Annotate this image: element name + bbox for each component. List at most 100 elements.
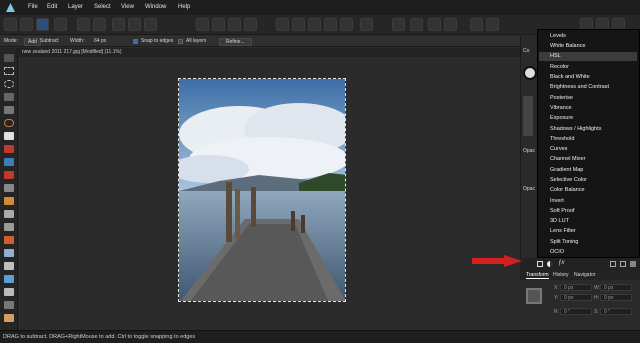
color-tab[interactable]: Co xyxy=(523,48,529,54)
swatch-icon[interactable] xyxy=(410,18,423,31)
menu-layer[interactable]: Layer xyxy=(68,4,83,10)
menu-item-white-balance[interactable]: White Balance xyxy=(550,43,585,49)
gear-icon[interactable] xyxy=(77,18,90,31)
menu-item-exposure[interactable]: Exposure xyxy=(550,115,573,121)
lasso-icon[interactable] xyxy=(4,119,14,127)
hand-tool-icon[interactable] xyxy=(4,314,14,322)
menu-item-brightness-contrast[interactable]: Brightness and Contrast xyxy=(550,84,609,90)
document-tab[interactable]: new zealand 2011 217.jpg [Modified] (11.… xyxy=(18,48,520,57)
rotate-right-icon[interactable] xyxy=(324,18,337,31)
fx-icon[interactable]: ƒx xyxy=(558,260,564,266)
sponge-icon[interactable] xyxy=(4,249,14,257)
y-field[interactable]: 0 px xyxy=(560,294,592,301)
adjustment-layer-icon[interactable] xyxy=(537,261,543,267)
menu-item-levels[interactable]: Levels xyxy=(550,33,566,39)
duplicate-layer-icon[interactable] xyxy=(620,261,626,267)
group-icon[interactable] xyxy=(212,18,225,31)
photo-canvas[interactable] xyxy=(178,78,346,302)
flip-horizontal-icon[interactable] xyxy=(276,18,289,31)
menu-item-gradient-map[interactable]: Gradient Map xyxy=(550,167,583,173)
row-marquee-icon[interactable] xyxy=(4,106,14,114)
tab-history[interactable]: History xyxy=(553,272,569,278)
width-field[interactable]: 64 px xyxy=(94,38,106,44)
snap-icon[interactable] xyxy=(128,18,141,31)
move-tool-icon[interactable] xyxy=(4,54,14,62)
menu-item-soft-proof[interactable]: Soft Proof xyxy=(550,208,574,214)
menu-item-selective-color[interactable]: Selective Color xyxy=(550,177,587,183)
s-field[interactable]: 0 ° xyxy=(600,308,632,315)
menu-select[interactable]: Select xyxy=(94,4,111,10)
tab-transform[interactable]: Transform xyxy=(526,272,549,279)
all-layers-checkbox[interactable] xyxy=(178,39,183,44)
w-field[interactable]: 0 px xyxy=(600,284,632,291)
flip-vertical-icon[interactable] xyxy=(292,18,305,31)
menu-item-recolor[interactable]: Recolor xyxy=(550,64,569,70)
anchor-point-icon[interactable] xyxy=(526,288,542,304)
pin-icon[interactable] xyxy=(444,18,457,31)
persona-tone-icon[interactable] xyxy=(54,18,67,31)
r-field[interactable]: 0 ° xyxy=(560,308,592,315)
eraser-icon[interactable] xyxy=(4,210,14,218)
menu-item-shadows-highlights[interactable]: Shadows / Highlights xyxy=(550,126,601,132)
order-icon[interactable] xyxy=(144,18,157,31)
subtract-button[interactable]: Subtract xyxy=(40,38,59,44)
delete-layer-icon[interactable] xyxy=(630,261,636,267)
ellipse-marquee-icon[interactable] xyxy=(4,80,14,88)
blur-icon[interactable] xyxy=(4,262,14,270)
menu-window[interactable]: Window xyxy=(145,4,166,10)
smudge-icon[interactable] xyxy=(4,275,14,283)
x-field[interactable]: 0 px xyxy=(560,284,592,291)
align-icon[interactable] xyxy=(360,18,373,31)
text-tool-icon[interactable] xyxy=(4,288,14,296)
menu-item-black-and-white[interactable]: Black and White xyxy=(550,74,590,80)
menu-view[interactable]: View xyxy=(121,4,134,10)
adjust-icon[interactable] xyxy=(340,18,353,31)
insert-icon[interactable] xyxy=(196,18,209,31)
tool-icon[interactable] xyxy=(470,18,483,31)
menu-help[interactable]: Help xyxy=(178,4,190,10)
persona-develop-icon[interactable] xyxy=(36,18,49,31)
color-slider[interactable] xyxy=(523,96,533,136)
menu-item-posterise[interactable]: Posterise xyxy=(550,95,573,101)
refine-button[interactable]: Refine... xyxy=(219,38,252,46)
menu-item-ocio[interactable]: OCIO xyxy=(550,249,564,255)
dodge-icon[interactable] xyxy=(4,223,14,231)
menu-item-3d-lut[interactable]: 3D LUT xyxy=(550,218,569,224)
marquee-tool-icon[interactable] xyxy=(4,67,14,75)
menu-item-color-balance[interactable]: Color Balance xyxy=(550,187,585,193)
menu-item-threshold[interactable]: Threshold xyxy=(550,136,574,142)
menu-item-channel-mixer[interactable]: Channel Mixer xyxy=(550,156,585,162)
color-wheel[interactable] xyxy=(523,66,537,80)
selection-brush-icon[interactable] xyxy=(4,132,14,140)
red-eye-icon[interactable] xyxy=(4,171,14,179)
transform-icon[interactable] xyxy=(392,18,405,31)
persona-liquify-icon[interactable] xyxy=(20,18,33,31)
menu-file[interactable]: File xyxy=(28,4,38,10)
crop-icon[interactable] xyxy=(4,184,14,192)
live-filter-icon[interactable] xyxy=(547,261,553,267)
snap-checkbox[interactable] xyxy=(133,39,138,44)
menu-item-lens-filter[interactable]: Lens Filter xyxy=(550,228,576,234)
column-marquee-icon[interactable] xyxy=(4,93,14,101)
menu-item-vibrance[interactable]: Vibrance xyxy=(550,105,572,111)
clone-icon[interactable] xyxy=(4,158,14,166)
menu-item-hsl[interactable]: HSL xyxy=(539,52,637,61)
add-layer-icon[interactable] xyxy=(610,261,616,267)
rotate-icon[interactable] xyxy=(308,18,321,31)
tab-navigator[interactable]: Navigator xyxy=(574,272,595,278)
menu-item-invert[interactable]: Invert xyxy=(550,198,564,204)
ungroup-icon[interactable] xyxy=(228,18,241,31)
menu-item-split-toning[interactable]: Split Toning xyxy=(550,239,578,245)
persona-photo-icon[interactable] xyxy=(4,18,17,31)
pen-tool-icon[interactable] xyxy=(4,301,14,309)
mask-icon[interactable] xyxy=(244,18,257,31)
layers-icon[interactable] xyxy=(93,18,106,31)
h-field[interactable]: 0 px xyxy=(600,294,632,301)
menu-edit[interactable]: Edit xyxy=(47,4,57,10)
add-button[interactable]: Add xyxy=(24,38,41,46)
menu-item-curves[interactable]: Curves xyxy=(550,146,567,152)
burn-icon[interactable] xyxy=(4,236,14,244)
brush-icon[interactable] xyxy=(428,18,441,31)
paint-brush-icon[interactable] xyxy=(4,145,14,153)
grid-icon[interactable] xyxy=(112,18,125,31)
